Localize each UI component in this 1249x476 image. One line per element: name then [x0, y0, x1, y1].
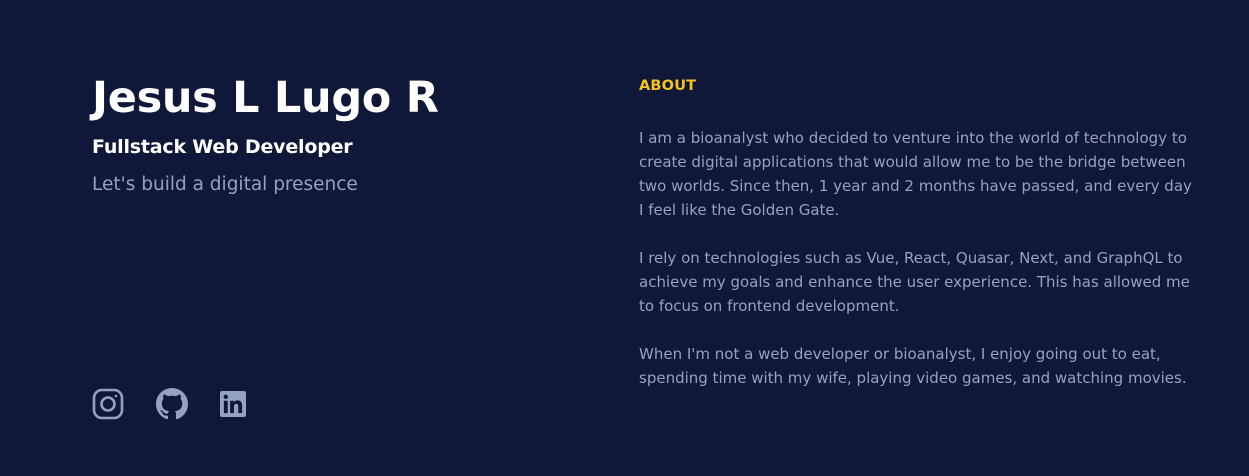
about-body: I am a bioanalyst who decided to venture…	[639, 126, 1199, 390]
linkedin-link[interactable]	[220, 391, 246, 417]
github-link[interactable]	[156, 388, 188, 420]
profile-role: Fullstack Web Developer	[92, 136, 353, 158]
hero-section: Jesus L Lugo R Fullstack Web Developer L…	[92, 72, 572, 198]
profile-tagline: Let's build a digital presence	[92, 174, 358, 195]
about-paragraph: I am a bioanalyst who decided to venture…	[639, 129, 1192, 219]
instagram-icon	[92, 388, 124, 420]
social-links	[92, 388, 278, 420]
about-section: ABOUT I am a bioanalyst who decided to v…	[639, 76, 1199, 414]
about-heading: ABOUT	[639, 78, 697, 94]
profile-name: Jesus L Lugo R	[92, 73, 439, 123]
instagram-link[interactable]	[92, 388, 124, 420]
about-paragraph: I rely on technologies such as Vue, Reac…	[639, 249, 1190, 315]
portfolio-page: Jesus L Lugo R Fullstack Web Developer L…	[0, 0, 1249, 476]
about-paragraph: When I'm not a web developer or bioanaly…	[639, 345, 1187, 387]
linkedin-icon	[220, 391, 246, 417]
github-icon	[156, 388, 188, 420]
